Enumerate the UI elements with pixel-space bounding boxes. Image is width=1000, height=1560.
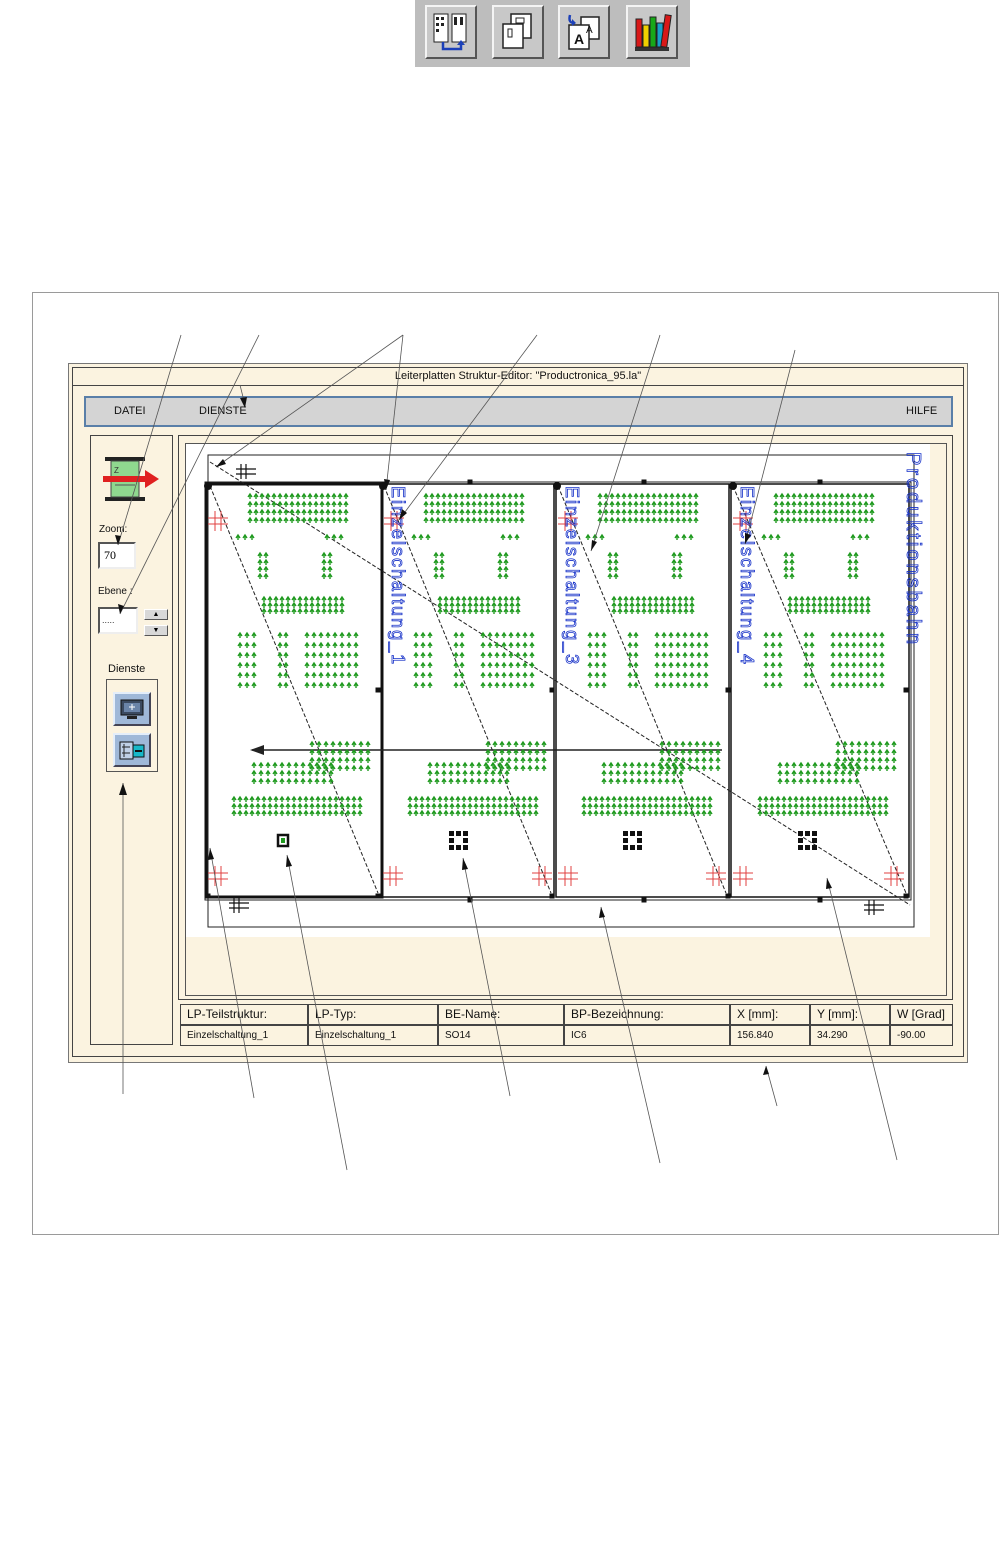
status-value: SO14 xyxy=(438,1025,564,1046)
status-table: LP-Teilstruktur: LP-Typ: BE-Name: BP-Bez… xyxy=(180,1004,953,1046)
status-value: Einzelschaltung_1 xyxy=(180,1025,308,1046)
status-value: -90.00 xyxy=(890,1025,953,1046)
status-header: BP-Bezeichnung: xyxy=(564,1004,730,1025)
status-header: LP-Teilstruktur: xyxy=(180,1004,308,1025)
status-header: X [mm]: xyxy=(730,1004,810,1025)
status-value: 34.290 xyxy=(810,1025,890,1046)
pcb-board-layout[interactable]: Einzelschaltung_1 Einzelschaltung_3 Einz… xyxy=(0,0,1000,1560)
status-header: LP-Typ: xyxy=(308,1004,438,1025)
status-header: Y [mm]: xyxy=(810,1004,890,1025)
panel-label-1: Einzelschaltung_1 xyxy=(387,486,408,666)
status-value: 156.840 xyxy=(730,1025,810,1046)
panel-label-4: Einzelschaltung_4 xyxy=(736,486,757,666)
status-value: Einzelschaltung_1 xyxy=(308,1025,438,1046)
status-header: BE-Name: xyxy=(438,1004,564,1025)
side-label: Produktionsbahn xyxy=(902,452,924,647)
panel-1-outline[interactable] xyxy=(204,482,384,899)
status-header: W [Grad] xyxy=(890,1004,953,1025)
status-value: IC6 xyxy=(564,1025,730,1046)
panel-label-3: Einzelschaltung_3 xyxy=(561,486,582,666)
